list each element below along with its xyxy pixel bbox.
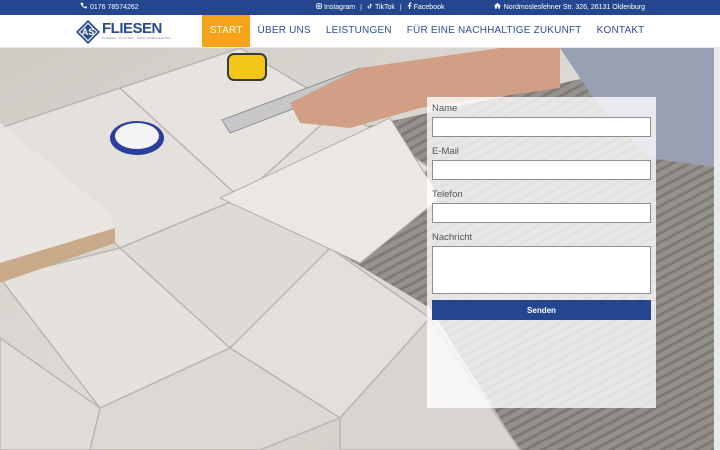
nav-kontakt[interactable]: KONTAKT — [589, 15, 652, 47]
separator: | — [360, 4, 362, 11]
tiktok-link[interactable]: TikTok — [367, 0, 395, 15]
facebook-icon — [407, 0, 412, 15]
nav-start[interactable]: START — [202, 15, 251, 47]
nav-nachhaltige-zukunft[interactable]: FÜR EINE NACHHALTIGE ZUKUNFT — [399, 15, 589, 47]
address-text: Nordmoslesfehner Str. 326, 26131 Oldenbu… — [503, 4, 645, 11]
social-links: Instagram | TikTok | Facebook — [316, 0, 445, 15]
nav-ueber-uns[interactable]: ÜBER UNS — [250, 15, 318, 47]
phone-label: Telefon — [432, 189, 463, 200]
email-label: E-Mail — [432, 146, 459, 157]
phone-number: 0176 78574262 — [90, 4, 139, 11]
email-input[interactable] — [432, 160, 651, 180]
nav-leistungen[interactable]: LEISTUNGEN — [318, 15, 399, 47]
instagram-icon — [316, 0, 322, 15]
scrollbar[interactable] — [714, 48, 720, 450]
home-icon — [493, 0, 501, 15]
contact-form: Name E-Mail Telefon Nachricht Senden — [427, 97, 656, 408]
message-textarea[interactable] — [432, 246, 651, 294]
logo-initials: AS — [81, 26, 95, 37]
facebook-link[interactable]: Facebook — [407, 0, 445, 15]
site-header: AS FLIESEN FLIESEN · PLATTEN · MOSAIKVER… — [0, 15, 720, 48]
address: Nordmoslesfehner Str. 326, 26131 Oldenbu… — [493, 0, 645, 15]
main-nav: START ÜBER UNS LEISTUNGEN FÜR EINE NACHH… — [202, 15, 652, 47]
logo-tagline: FLIESEN · PLATTEN · MOSAIKVERLEGUNG — [102, 36, 171, 40]
name-input[interactable] — [432, 117, 651, 137]
phone-input[interactable] — [432, 203, 651, 223]
name-label: Name — [432, 103, 458, 114]
top-bar: 0176 78574262 Instagram | TikTok | Faceb… — [0, 0, 720, 15]
logo-brand: FLIESEN — [102, 20, 162, 37]
phone-contact[interactable]: 0176 78574262 — [80, 0, 139, 15]
submit-button[interactable]: Senden — [432, 300, 651, 320]
separator: | — [399, 4, 402, 11]
message-label: Nachricht — [432, 232, 473, 243]
instagram-link[interactable]: Instagram — [316, 0, 355, 15]
site-logo[interactable]: AS FLIESEN FLIESEN · PLATTEN · MOSAIKVER… — [76, 17, 170, 46]
phone-icon — [80, 0, 87, 15]
logo-mark: AS — [76, 19, 100, 44]
tiktok-icon — [367, 0, 373, 15]
